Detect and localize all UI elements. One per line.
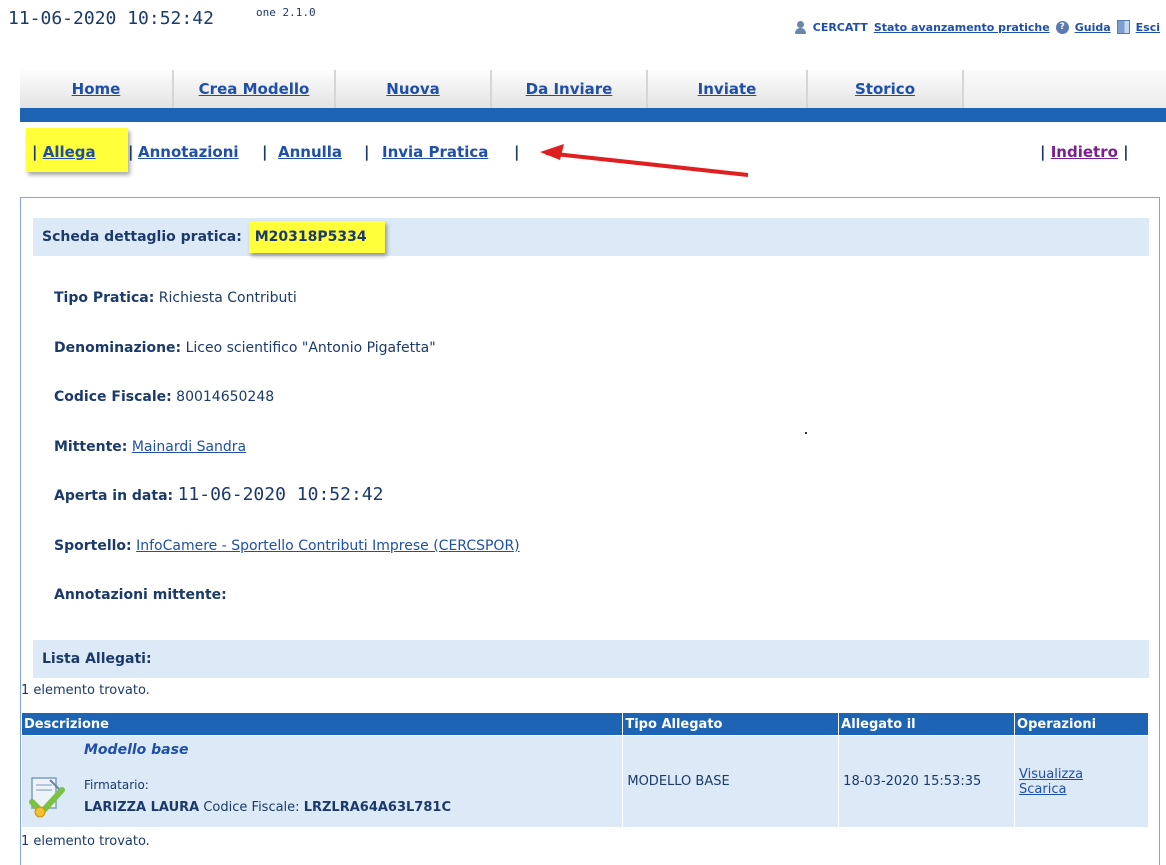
table-header-row: Descrizione Tipo Allegato Allegato il Op… — [20, 712, 1149, 736]
allegato-il-cell: 18-03-2020 15:53:35 — [838, 735, 1016, 828]
help-link[interactable]: Guida — [1075, 21, 1111, 34]
top-bar: one 2.1.0 11-06-2020 10:52:42 CERCATT St… — [0, 0, 1166, 44]
red-arrow-annotation — [540, 144, 749, 177]
results-count-top: 1 elemento trovato. — [21, 683, 150, 698]
signer-name: LARIZZA LAURA — [84, 800, 200, 815]
operazioni-cell: Visualizza Scarica — [1014, 735, 1149, 828]
indietro-link[interactable]: Indietro — [1051, 143, 1118, 161]
tab-home-label[interactable]: Home — [72, 80, 121, 98]
aperta-label: Aperta in data: — [54, 488, 174, 504]
col-descrizione[interactable]: Descrizione — [20, 712, 624, 736]
field-codice-fiscale: Codice Fiscale: 80014650248 — [54, 389, 274, 405]
desc-cell: Modello base Firmatario: LARIZZA LAURA C… — [20, 735, 624, 828]
mittente-label: Mittente: — [54, 439, 128, 455]
col-operazioni: Operazioni — [1014, 712, 1149, 736]
current-datetime: 11-06-2020 10:52:42 — [8, 8, 214, 29]
codice-fiscale-label: Codice Fiscale: — [54, 389, 172, 405]
status-link[interactable]: Stato avanzamento pratiche — [874, 21, 1050, 34]
action-annotazioni[interactable]: Annotazioni — [138, 143, 239, 161]
attachments-table: Descrizione Tipo Allegato Allegato il Op… — [20, 712, 1149, 828]
attachment-title: Modello base — [84, 742, 189, 758]
separator: | — [1123, 143, 1129, 161]
mittente-link[interactable]: Mainardi Sandra — [132, 439, 246, 455]
col-tipo-allegato[interactable]: Tipo Allegato — [622, 712, 840, 736]
sportello-link[interactable]: InfoCamere - Sportello Contributi Impres… — [136, 538, 520, 554]
user-icon — [794, 20, 807, 34]
action-annulla[interactable]: Annulla — [278, 143, 342, 161]
signed-document-icon — [29, 777, 65, 818]
detail-heading: Scheda dettaglio pratica: M20318P5334 — [33, 218, 1149, 256]
visualizza-link[interactable]: Visualizza — [1019, 767, 1144, 782]
separator: | — [32, 143, 38, 161]
invia-pratica-link[interactable]: Invia Pratica — [382, 143, 488, 161]
annotazioni-mittente-label: Annotazioni mittente: — [54, 587, 227, 603]
pratica-code: M20318P5334 — [248, 221, 385, 253]
firmatario-label: Firmatario: — [84, 778, 149, 792]
app-version: one 2.1.0 — [256, 6, 316, 19]
nav-underline-bar — [20, 108, 1166, 122]
col-allegato-il[interactable]: Allegato il — [838, 712, 1016, 736]
field-sportello: Sportello: InfoCamere - Sportello Contri… — [54, 538, 520, 554]
separator: | — [262, 143, 268, 161]
tab-inviate-label[interactable]: Inviate — [698, 80, 757, 98]
denominazione-label: Denominazione: — [54, 340, 182, 356]
scarica-link[interactable]: Scarica — [1019, 782, 1144, 797]
stray-dot — [805, 432, 807, 434]
annulla-link[interactable]: Annulla — [278, 143, 342, 161]
tipo-label: Tipo Pratica: — [54, 290, 155, 306]
attachments-heading: Lista Allegati: — [33, 640, 1149, 678]
results-count-bottom: 1 elemento trovato. — [21, 834, 150, 849]
separator: | — [514, 143, 520, 161]
tab-inviate[interactable]: Inviate — [648, 70, 808, 108]
exit-link[interactable]: Esci — [1136, 21, 1160, 34]
denominazione-value: Liceo scientifico "Antonio Pigafetta" — [185, 340, 436, 356]
field-annotazioni: Annotazioni mittente: — [54, 587, 227, 603]
exit-icon[interactable] — [1116, 20, 1130, 34]
tab-nuova-label[interactable]: Nuova — [386, 80, 439, 98]
annotazioni-link[interactable]: Annotazioni — [138, 143, 239, 161]
top-right-menu: CERCATT Stato avanzamento pratiche ? Gui… — [794, 20, 1160, 34]
allega-link[interactable]: Allega — [43, 143, 96, 161]
tipo-allegato-cell: MODELLO BASE — [622, 735, 840, 828]
detail-panel: Scheda dettaglio pratica: M20318P5334 Ti… — [20, 197, 1160, 865]
signer-cf: LRZLRA64A63L781C — [303, 800, 451, 815]
tab-home[interactable]: Home — [20, 70, 174, 108]
tab-storico[interactable]: Storico — [808, 70, 964, 108]
tab-crea-modello[interactable]: Crea Modello — [174, 70, 336, 108]
aperta-value: 11-06-2020 10:52:42 — [177, 484, 384, 505]
signer-line: LARIZZA LAURA Codice Fiscale: LRZLRA64A6… — [84, 800, 451, 815]
tab-storico-label[interactable]: Storico — [855, 80, 915, 98]
separator: | — [1040, 143, 1046, 161]
field-denominazione: Denominazione: Liceo scientifico "Antoni… — [54, 340, 436, 356]
main-nav: Home Crea Modello Nuova Da Inviare Invia… — [20, 70, 1166, 108]
action-indietro[interactable]: | Indietro | — [1040, 143, 1129, 161]
separator: | — [128, 143, 134, 161]
field-tipo: Tipo Pratica: Richiesta Contributi — [54, 290, 297, 306]
field-mittente: Mittente: Mainardi Sandra — [54, 439, 246, 455]
detail-heading-label: Scheda dettaglio pratica: — [42, 229, 242, 245]
tab-da-inviare[interactable]: Da Inviare — [492, 70, 648, 108]
signer-cf-label: Codice Fiscale: — [203, 800, 300, 815]
separator: | — [364, 143, 370, 161]
tipo-value: Richiesta Contributi — [158, 290, 297, 306]
sportello-label: Sportello: — [54, 538, 132, 554]
help-icon[interactable]: ? — [1055, 20, 1069, 34]
codice-fiscale-value: 80014650248 — [176, 389, 275, 405]
tab-crea-modello-label[interactable]: Crea Modello — [199, 80, 310, 98]
action-allega[interactable]: | Allega — [32, 143, 96, 161]
username: CERCATT — [812, 20, 868, 34]
tab-nuova[interactable]: Nuova — [336, 70, 492, 108]
action-invia[interactable]: Invia Pratica — [382, 143, 488, 161]
field-aperta: Aperta in data: 11-06-2020 10:52:42 — [54, 484, 383, 505]
tab-da-inviare-label[interactable]: Da Inviare — [526, 80, 613, 98]
table-row: Modello base Firmatario: LARIZZA LAURA C… — [20, 735, 1149, 828]
